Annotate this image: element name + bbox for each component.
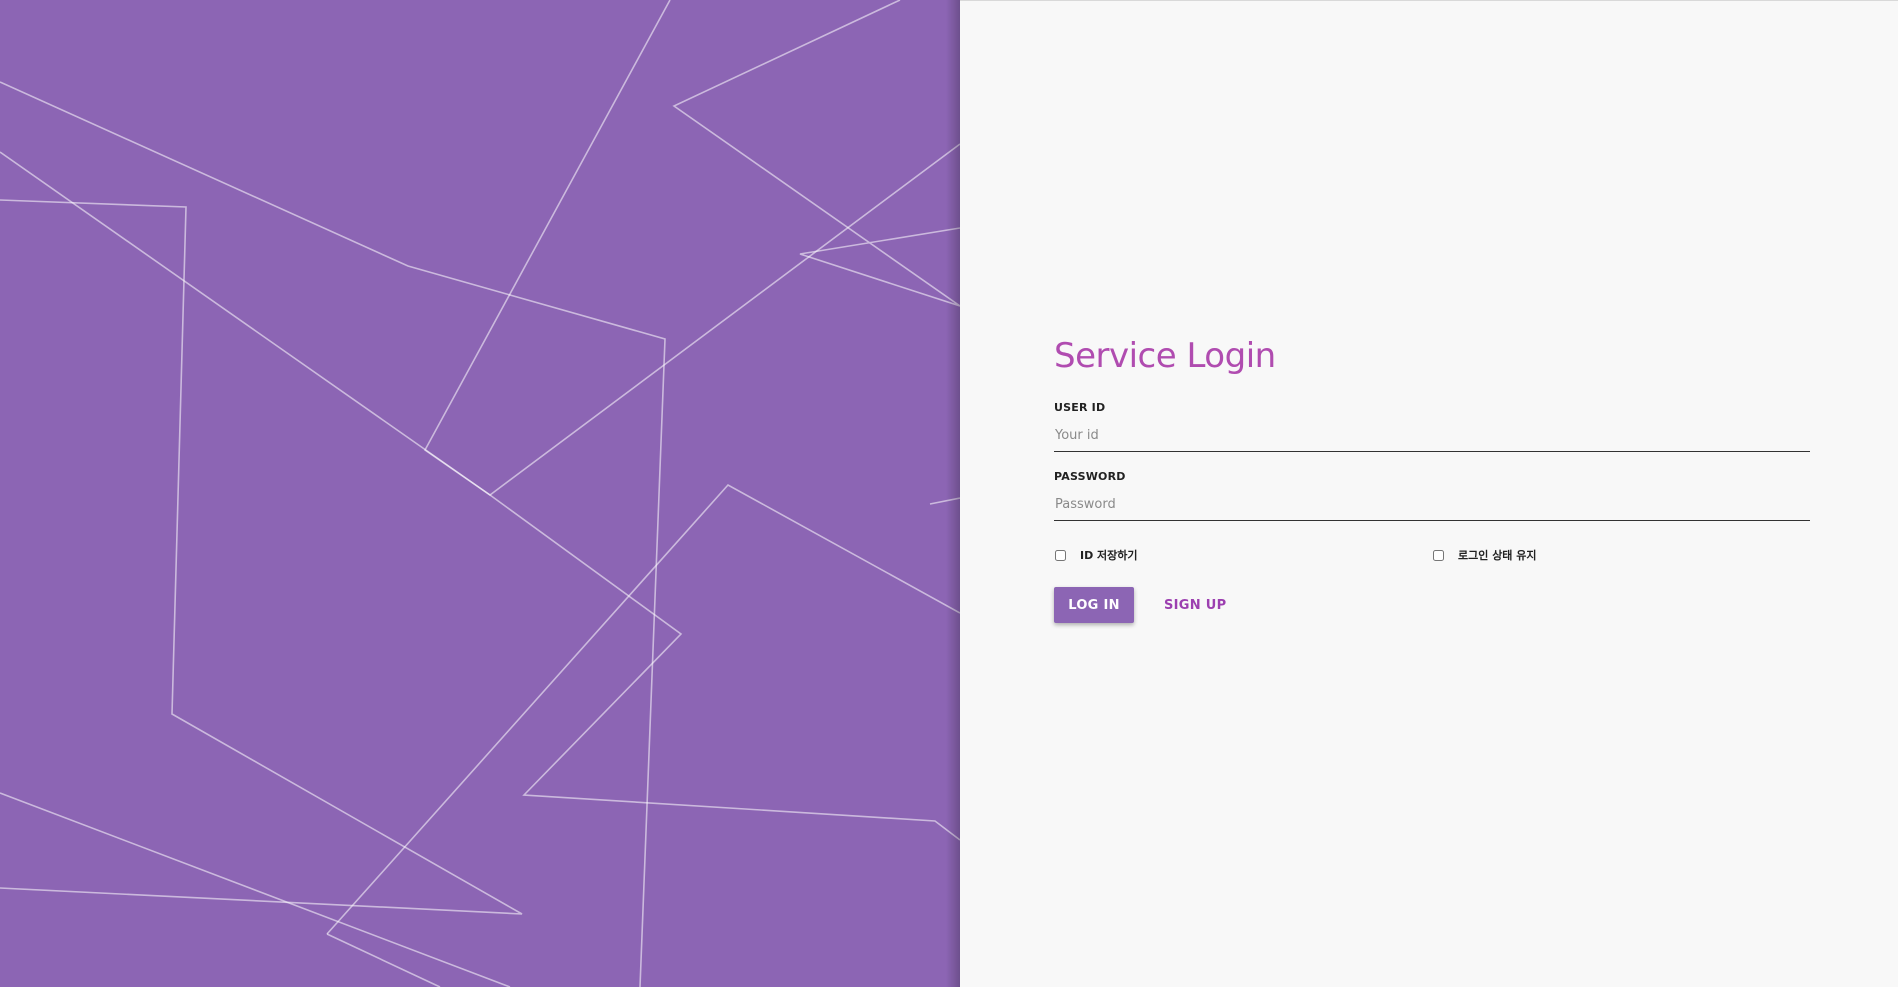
keep-login-option[interactable]: 로그인 상태 유지 — [1432, 547, 1810, 563]
user-id-field-group: USER ID — [1054, 401, 1810, 452]
password-label: PASSWORD — [1054, 470, 1126, 483]
save-id-checkbox[interactable] — [1055, 549, 1066, 561]
panel-edge-shadow — [946, 0, 960, 987]
login-button[interactable]: LOG IN — [1054, 587, 1134, 623]
decorative-panel — [0, 0, 960, 987]
page-title: Service Login — [1054, 336, 1276, 376]
save-id-option[interactable]: ID 저장하기 — [1054, 547, 1432, 563]
geometric-lines-pattern — [0, 0, 960, 987]
user-id-input[interactable] — [1054, 422, 1810, 452]
save-id-label: ID 저장하기 — [1080, 549, 1138, 562]
login-form: Service Login USER ID PASSWORD ID 저장하기 로… — [1054, 335, 1810, 623]
form-actions: LOG IN SIGN UP — [1054, 587, 1810, 623]
user-id-label: USER ID — [1054, 401, 1106, 414]
login-options: ID 저장하기 로그인 상태 유지 — [1054, 547, 1810, 563]
keep-login-checkbox[interactable] — [1433, 549, 1444, 561]
login-panel: Service Login USER ID PASSWORD ID 저장하기 로… — [960, 0, 1898, 987]
keep-login-label: 로그인 상태 유지 — [1458, 549, 1537, 562]
signup-link[interactable]: SIGN UP — [1164, 598, 1226, 613]
login-page: Service Login USER ID PASSWORD ID 저장하기 로… — [0, 0, 1898, 987]
password-input[interactable] — [1054, 491, 1810, 521]
password-field-group: PASSWORD — [1054, 470, 1810, 521]
